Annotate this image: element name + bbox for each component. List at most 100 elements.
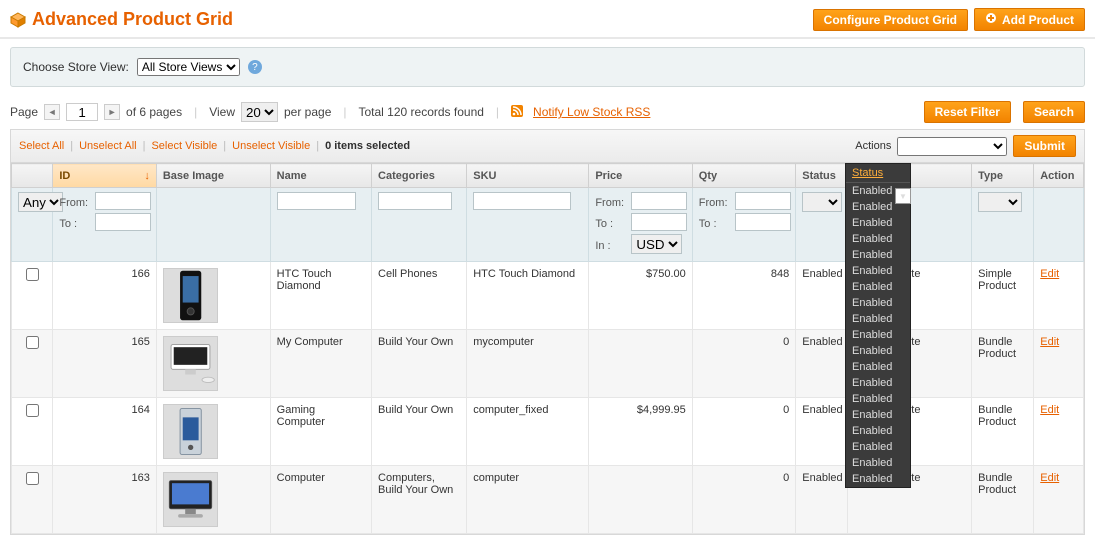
cell-status: Enabled [796, 466, 848, 534]
product-thumb [163, 404, 218, 459]
page-title: Advanced Product Grid [32, 9, 813, 30]
edit-link[interactable]: Edit [1040, 268, 1059, 280]
page-label: Page [10, 105, 38, 119]
cell-name: My Computer [270, 330, 371, 398]
cell-sku: computer [467, 466, 589, 534]
col-name[interactable]: Name [270, 164, 371, 188]
filter-categories[interactable] [378, 192, 452, 210]
status-dropdown-header[interactable]: Status [846, 164, 910, 183]
filter-currency[interactable]: USD [631, 234, 682, 254]
status-dropdown-option[interactable]: Enabled [846, 231, 910, 247]
table-row: 164Gaming ComputerBuild Your Owncomputer… [12, 398, 1084, 466]
page-of: of 6 pages [126, 105, 182, 119]
status-dropdown-option[interactable]: Enabled [846, 439, 910, 455]
col-type[interactable]: Type [972, 164, 1034, 188]
row-checkbox[interactable] [26, 404, 39, 417]
cell-name: HTC Touch Diamond [270, 262, 371, 330]
col-categories[interactable]: Categories [372, 164, 467, 188]
cell-type: Bundle Product [972, 330, 1034, 398]
actions-select[interactable] [897, 137, 1007, 156]
col-action[interactable]: Action [1034, 164, 1084, 188]
filter-checkbox-select[interactable]: Any [18, 192, 63, 212]
cube-icon [10, 12, 26, 28]
filter-name[interactable] [277, 192, 357, 210]
cell-status: Enabled [796, 262, 848, 330]
reset-filter-button[interactable]: Reset Filter [924, 101, 1011, 123]
rss-link[interactable]: Notify Low Stock RSS [533, 105, 650, 119]
table-row: 166HTC Touch DiamondCell PhonesHTC Touch… [12, 262, 1084, 330]
paging-toolbar: Page ◄ ► of 6 pages | View 20 per page |… [0, 95, 1095, 129]
unselect-visible-link[interactable]: Unselect Visible [232, 140, 310, 152]
store-view-bar: Choose Store View: All Store Views ? [10, 47, 1085, 87]
per-page-select[interactable]: 20 [241, 102, 278, 122]
status-dropdown-option[interactable]: Enabled [846, 215, 910, 231]
col-status[interactable]: Status [796, 164, 848, 188]
filter-sku[interactable] [473, 192, 571, 210]
status-dropdown-option[interactable]: Enabled [846, 263, 910, 279]
status-dropdown-option[interactable]: Enabled [846, 391, 910, 407]
col-qty[interactable]: Qty [692, 164, 795, 188]
cell-type: Bundle Product [972, 398, 1034, 466]
filter-status[interactable] [802, 192, 842, 212]
page-prev-button[interactable]: ◄ [44, 104, 60, 120]
status-dropdown-option[interactable]: Enabled [846, 423, 910, 439]
filter-price-to[interactable] [631, 213, 687, 231]
status-dropdown-option[interactable]: Enabled [846, 279, 910, 295]
select-all-link[interactable]: Select All [19, 140, 64, 152]
cell-categories: Cell Phones [372, 262, 467, 330]
sort-desc-icon: ↓ [144, 170, 150, 182]
edit-link[interactable]: Edit [1040, 336, 1059, 348]
status-dropdown-option[interactable]: Enabled [846, 343, 910, 359]
table-row: 165My ComputerBuild Your Ownmycomputer0E… [12, 330, 1084, 398]
col-checkbox[interactable] [12, 164, 53, 188]
cell-qty: 0 [692, 398, 795, 466]
dropdown-handle-icon[interactable]: ▼ [895, 188, 911, 204]
col-price[interactable]: Price [589, 164, 692, 188]
filter-qty-to[interactable] [735, 213, 791, 231]
col-id[interactable]: ID↓ [53, 164, 156, 188]
grid-header-row: ID↓ Base Image Name Categories SKU Price… [12, 164, 1084, 188]
cell-qty: 0 [692, 466, 795, 534]
status-dropdown-option[interactable]: Enabled [846, 311, 910, 327]
add-product-label: Add Product [1002, 13, 1074, 27]
row-checkbox[interactable] [26, 268, 39, 281]
configure-grid-button[interactable]: Configure Product Grid [813, 9, 968, 31]
cell-price: $4,999.95 [589, 398, 692, 466]
status-dropdown-option[interactable]: Enabled [846, 375, 910, 391]
cell-id: 164 [53, 398, 156, 466]
filter-qty-from[interactable] [735, 192, 791, 210]
row-checkbox[interactable] [26, 336, 39, 349]
store-view-select[interactable]: All Store Views [137, 58, 240, 76]
filter-id-to[interactable] [95, 213, 151, 231]
page-next-button[interactable]: ► [104, 104, 120, 120]
edit-link[interactable]: Edit [1040, 404, 1059, 416]
add-product-button[interactable]: Add Product [974, 8, 1085, 31]
row-checkbox[interactable] [26, 472, 39, 485]
status-dropdown-option[interactable]: Enabled [846, 327, 910, 343]
submit-button[interactable]: Submit [1013, 135, 1076, 157]
status-column-dropdown[interactable]: Status EnabledEnabledEnabledEnabledEnabl… [845, 163, 911, 488]
status-dropdown-option[interactable]: Enabled [846, 455, 910, 471]
unselect-all-link[interactable]: Unselect All [79, 140, 136, 152]
select-visible-link[interactable]: Select Visible [151, 140, 217, 152]
status-dropdown-option[interactable]: Enabled [846, 407, 910, 423]
cell-name: Gaming Computer [270, 398, 371, 466]
filter-id-from[interactable] [95, 192, 151, 210]
status-dropdown-option[interactable]: Enabled [846, 295, 910, 311]
filter-price-from[interactable] [631, 192, 687, 210]
status-dropdown-option[interactable]: Enabled [846, 359, 910, 375]
filter-type[interactable] [978, 192, 1022, 212]
cell-id: 163 [53, 466, 156, 534]
search-button[interactable]: Search [1023, 101, 1085, 123]
help-icon[interactable]: ? [248, 60, 262, 74]
grid-filter-row: Any From: To : From: To : In :USD [12, 188, 1084, 262]
edit-link[interactable]: Edit [1040, 472, 1059, 484]
status-dropdown-option[interactable]: Enabled [846, 471, 910, 487]
page-input[interactable] [66, 103, 98, 121]
cell-categories: Computers, Build Your Own [372, 466, 467, 534]
col-base-image[interactable]: Base Image [156, 164, 270, 188]
cell-price [589, 466, 692, 534]
col-sku[interactable]: SKU [467, 164, 589, 188]
status-dropdown-option[interactable]: Enabled [846, 247, 910, 263]
cell-type: Simple Product [972, 262, 1034, 330]
